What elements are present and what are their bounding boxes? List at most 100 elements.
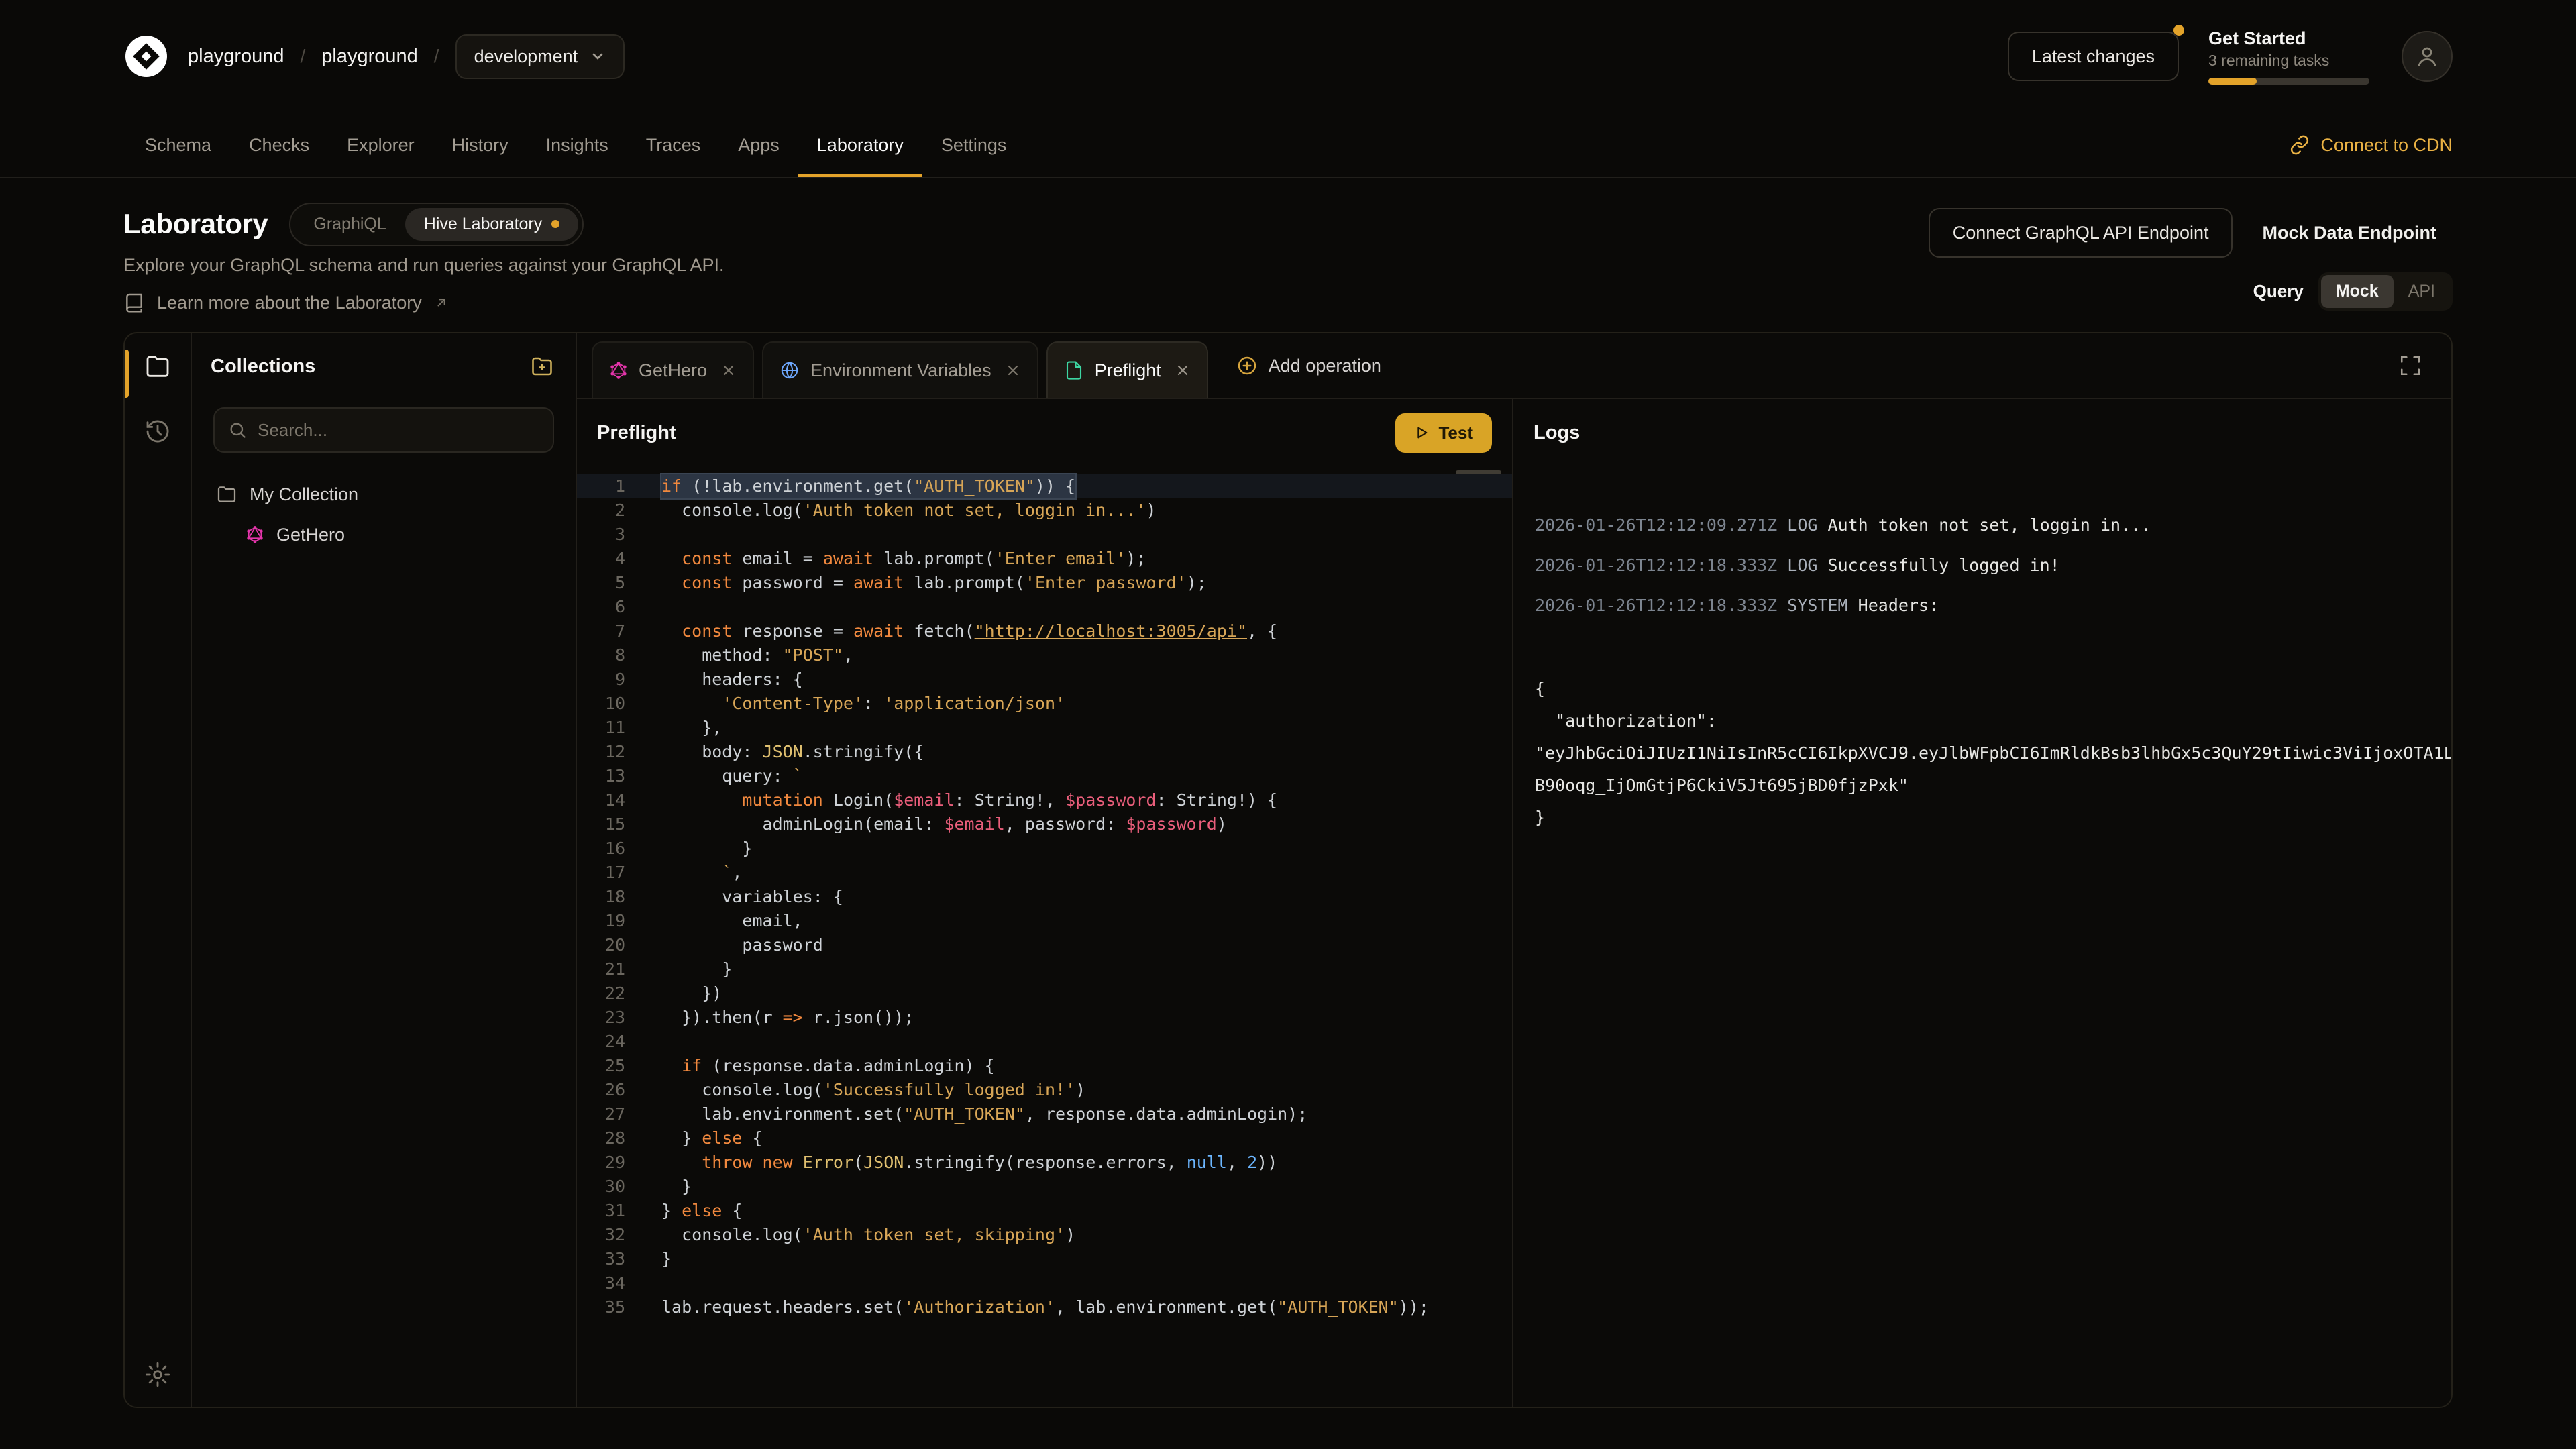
code-line-25[interactable]: 25 if (response.data.adminLogin) { xyxy=(577,1054,1512,1078)
add-operation-label: Add operation xyxy=(1269,356,1381,376)
get-started-widget[interactable]: Get Started 3 remaining tasks xyxy=(2208,28,2372,85)
globe-icon xyxy=(780,360,800,380)
fullscreen-button[interactable] xyxy=(2391,346,2430,385)
code-line-19[interactable]: 19 email, xyxy=(577,909,1512,933)
endpoint-option-mock[interactable]: Mock xyxy=(2321,275,2394,308)
target-selector[interactable]: development xyxy=(455,34,625,79)
get-started-title: Get Started xyxy=(2208,28,2306,49)
hive-logo[interactable] xyxy=(123,34,169,79)
breadcrumb-org[interactable]: playground xyxy=(188,46,284,68)
log-entry: 2026-01-26T12:12:18.333Z SYSTEM Headers: xyxy=(1535,594,2430,618)
line-number: 25 xyxy=(577,1054,625,1078)
tab-close-icon[interactable] xyxy=(720,362,737,378)
code-line-5[interactable]: 5 const password = await lab.prompt('Ent… xyxy=(577,571,1512,595)
tab-preflight[interactable]: Preflight xyxy=(1046,341,1208,398)
tab-close-icon[interactable] xyxy=(1005,362,1021,378)
line-number: 15 xyxy=(577,812,625,837)
code-line-35[interactable]: 35lab.request.headers.set('Authorization… xyxy=(577,1295,1512,1320)
new-collection-button[interactable] xyxy=(530,354,554,378)
code-line-34[interactable]: 34 xyxy=(577,1271,1512,1295)
line-number: 22 xyxy=(577,981,625,1006)
latest-changes-button[interactable]: Latest changes xyxy=(2008,32,2179,81)
code-line-text: lab.request.headers.set('Authorization',… xyxy=(661,1295,1429,1320)
logs-output[interactable]: 2026-01-26T12:12:09.271Z LOG Auth token … xyxy=(1513,466,2451,1407)
nav-item-laboratory[interactable]: Laboratory xyxy=(798,113,922,177)
code-line-text: adminLogin(email: $email, password: $pas… xyxy=(661,812,1227,837)
code-line-3[interactable]: 3 xyxy=(577,523,1512,547)
code-line-31[interactable]: 31} else { xyxy=(577,1199,1512,1223)
line-number: 27 xyxy=(577,1102,625,1126)
code-line-28[interactable]: 28 } else { xyxy=(577,1126,1512,1150)
code-line-9[interactable]: 9 headers: { xyxy=(577,667,1512,692)
get-started-progress xyxy=(2208,78,2369,85)
nav-item-schema[interactable]: Schema xyxy=(126,113,230,177)
line-number: 4 xyxy=(577,547,625,571)
code-line-21[interactable]: 21 } xyxy=(577,957,1512,981)
tab-gethero[interactable]: GetHero xyxy=(592,341,754,398)
code-line-2[interactable]: 2 console.log('Auth token not set, loggi… xyxy=(577,498,1512,523)
mock-data-endpoint-button[interactable]: Mock Data Endpoint xyxy=(2246,209,2453,257)
code-line-27[interactable]: 27 lab.environment.set("AUTH_TOKEN", res… xyxy=(577,1102,1512,1126)
code-line-18[interactable]: 18 variables: { xyxy=(577,885,1512,909)
nav-item-history[interactable]: History xyxy=(433,113,527,177)
breadcrumb: playground / playground / development xyxy=(188,34,625,79)
code-line-6[interactable]: 6 xyxy=(577,595,1512,619)
line-number: 11 xyxy=(577,716,625,740)
test-button[interactable]: Test xyxy=(1395,413,1492,453)
nav-item-insights[interactable]: Insights xyxy=(527,113,627,177)
tab-close-icon[interactable] xyxy=(1175,362,1191,378)
code-line-text: `, xyxy=(661,861,742,885)
avatar-button[interactable] xyxy=(2402,31,2453,82)
code-line-13[interactable]: 13 query: ` xyxy=(577,764,1512,788)
preflight-title: Preflight xyxy=(597,422,676,444)
code-line-22[interactable]: 22 }) xyxy=(577,981,1512,1006)
breadcrumb-separator: / xyxy=(434,46,439,67)
breadcrumb-project[interactable]: playground xyxy=(321,46,418,68)
collection-operation-gethero[interactable]: GetHero xyxy=(235,515,562,555)
code-line-4[interactable]: 4 const email = await lab.prompt('Enter … xyxy=(577,547,1512,571)
nav-item-traces[interactable]: Traces xyxy=(627,113,720,177)
collections-title: Collections xyxy=(211,356,315,378)
code-line-text: mutation Login($email: String!, $passwor… xyxy=(661,788,1277,812)
settings-sidebar-button[interactable] xyxy=(144,1361,171,1388)
nav-item-apps[interactable]: Apps xyxy=(719,113,798,177)
mode-option-graphiql[interactable]: GraphiQL xyxy=(294,208,405,241)
code-line-12[interactable]: 12 body: JSON.stringify({ xyxy=(577,740,1512,764)
connect-endpoint-button[interactable]: Connect GraphQL API Endpoint xyxy=(1929,208,2233,258)
learn-more-link[interactable]: Learn more about the Laboratory xyxy=(123,292,724,313)
code-line-14[interactable]: 14 mutation Login($email: String!, $pass… xyxy=(577,788,1512,812)
gear-icon xyxy=(144,1361,171,1388)
code-line-10[interactable]: 10 'Content-Type': 'application/json' xyxy=(577,692,1512,716)
code-line-16[interactable]: 16 } xyxy=(577,837,1512,861)
code-line-8[interactable]: 8 method: "POST", xyxy=(577,643,1512,667)
logs-pane: Logs 2026-01-26T12:12:09.271Z LOG Auth t… xyxy=(1513,399,2451,1407)
collections-sidebar-button[interactable] xyxy=(144,354,171,380)
nav-item-explorer[interactable]: Explorer xyxy=(328,113,433,177)
connect-cdn-link[interactable]: Connect to CDN xyxy=(2290,113,2453,177)
code-line-1[interactable]: 1if (!lab.environment.get("AUTH_TOKEN"))… xyxy=(577,474,1512,498)
code-line-23[interactable]: 23 }).then(r => r.json()); xyxy=(577,1006,1512,1030)
code-line-15[interactable]: 15 adminLogin(email: $email, password: $… xyxy=(577,812,1512,837)
code-line-7[interactable]: 7 const response = await fetch("http://l… xyxy=(577,619,1512,643)
code-line-11[interactable]: 11 }, xyxy=(577,716,1512,740)
code-editor[interactable]: 1if (!lab.environment.get("AUTH_TOKEN"))… xyxy=(577,466,1512,1407)
history-sidebar-button[interactable] xyxy=(144,418,171,445)
search-input[interactable] xyxy=(258,420,539,441)
endpoint-option-api[interactable]: API xyxy=(2394,275,2450,308)
code-line-24[interactable]: 24 xyxy=(577,1030,1512,1054)
tab-environment-variables[interactable]: Environment Variables xyxy=(762,341,1038,398)
nav-item-checks[interactable]: Checks xyxy=(230,113,328,177)
get-started-progress-fill xyxy=(2208,78,2257,85)
code-line-17[interactable]: 17 `, xyxy=(577,861,1512,885)
add-operation-button[interactable]: Add operation xyxy=(1220,333,1397,398)
code-line-20[interactable]: 20 password xyxy=(577,933,1512,957)
code-line-29[interactable]: 29 throw new Error(JSON.stringify(respon… xyxy=(577,1150,1512,1175)
mode-option-hive-laboratory[interactable]: Hive Laboratory xyxy=(405,208,578,241)
editor-scrollbar[interactable] xyxy=(1456,470,1501,474)
nav-item-settings[interactable]: Settings xyxy=(922,113,1026,177)
collection-folder[interactable]: My Collection xyxy=(205,474,562,515)
code-line-32[interactable]: 32 console.log('Auth token set, skipping… xyxy=(577,1223,1512,1247)
code-line-30[interactable]: 30 } xyxy=(577,1175,1512,1199)
code-line-33[interactable]: 33} xyxy=(577,1247,1512,1271)
code-line-26[interactable]: 26 console.log('Successfully logged in!'… xyxy=(577,1078,1512,1102)
